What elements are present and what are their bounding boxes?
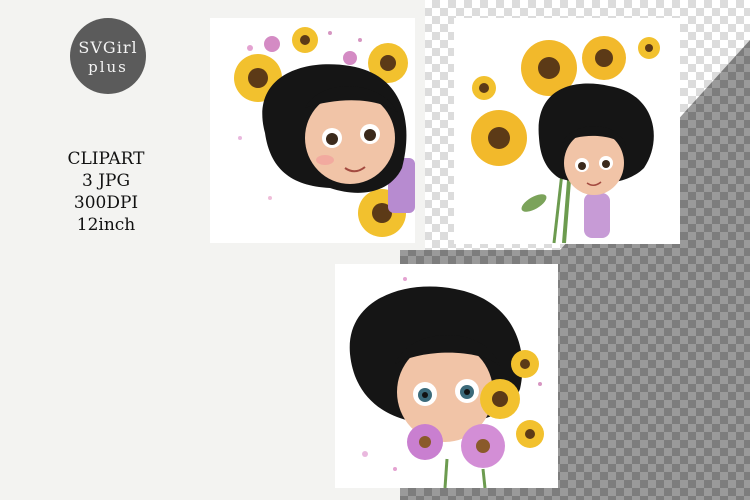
clipart-card-2 <box>454 18 680 244</box>
info-resolution: 300DPI <box>73 193 139 213</box>
clipart-card-1 <box>210 18 415 243</box>
logo-line-2: plus <box>88 58 128 76</box>
girl-sunflower-peek-illustration <box>234 27 415 237</box>
clipart-card-3 <box>335 264 558 488</box>
girl-head <box>538 83 654 195</box>
girl-sunflower-bouquet-illustration <box>471 36 660 244</box>
girl-flowers-closeup-illustration <box>349 277 544 488</box>
brand-logo: SVGirl plus <box>70 18 146 94</box>
info-size: 12inch <box>76 215 136 235</box>
girl-head <box>262 64 407 193</box>
logo-line-1: SVGirl <box>78 38 138 57</box>
info-file-count: 3 JPG <box>81 171 131 191</box>
info-clipart: CLIPART <box>67 149 145 169</box>
product-info: CLIPART 3 JPG 300DPI 12inch <box>44 148 168 236</box>
